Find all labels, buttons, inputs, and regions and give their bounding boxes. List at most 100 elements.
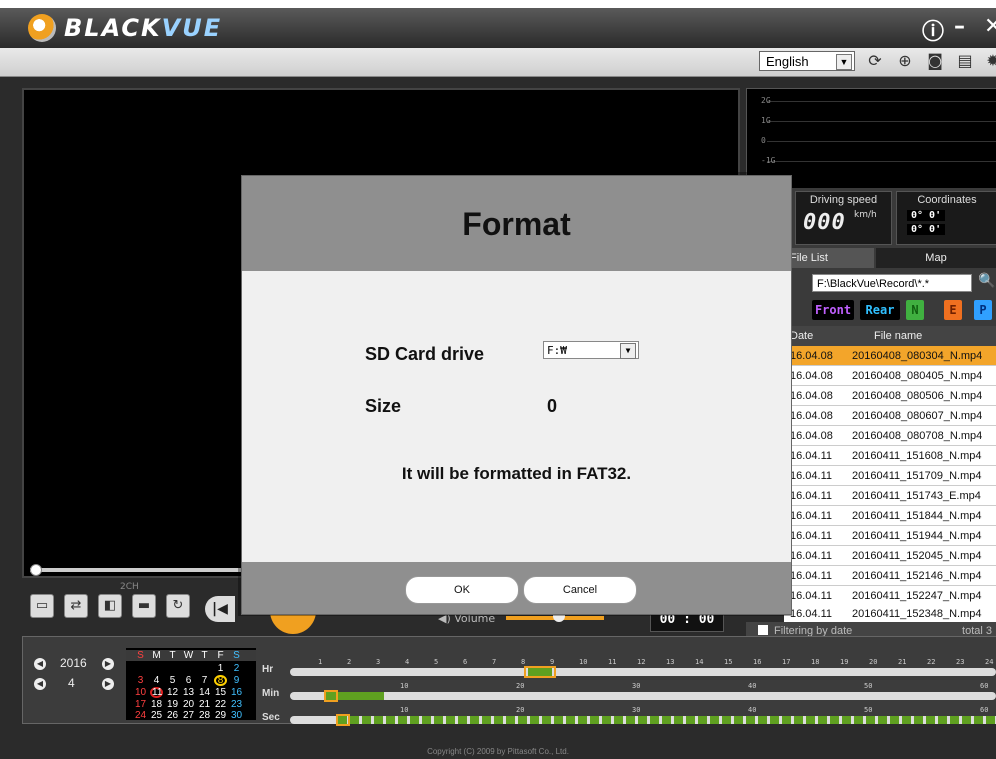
filter-event[interactable]: E — [944, 300, 962, 320]
gps-icon[interactable]: ⊕ — [896, 52, 914, 70]
rotate-button[interactable]: ↻ — [166, 594, 190, 618]
calendar-day[interactable]: 14 — [198, 687, 211, 698]
calendar-day[interactable]: 17 — [134, 699, 147, 710]
size-label: Size — [365, 396, 402, 416]
calendar-day[interactable]: 22 — [214, 699, 227, 710]
file-row[interactable]: 16.04.08 20160408_080607_N.mp4 — [784, 406, 996, 426]
calendar-day[interactable]: 26 — [166, 710, 179, 721]
calendar-day[interactable]: 30 — [230, 710, 243, 721]
file-row[interactable]: 16.04.11 20160411_151944_N.mp4 — [784, 526, 996, 546]
calendar-day[interactable]: 4 — [150, 675, 163, 686]
calendar-day[interactable]: 1 — [214, 663, 227, 674]
seek-knob[interactable] — [30, 564, 42, 576]
calendar-day[interactable]: 13 — [182, 687, 195, 698]
calendar-day[interactable]: 12 — [166, 687, 179, 698]
calendar-day[interactable]: 16 — [230, 687, 243, 698]
calendar: S M T W T F S 1 2 3 4 5 6 7 8 9 10 11 12… — [126, 648, 256, 721]
coordinate-lon: 0° 0' — [907, 224, 946, 235]
hour-tick-label: 21 — [898, 658, 907, 666]
calendar-day[interactable]: 28 — [198, 710, 211, 721]
calendar-day[interactable]: 2 — [230, 663, 243, 674]
calendar-day[interactable]: 29 — [214, 710, 227, 721]
seek-bar[interactable] — [30, 568, 245, 572]
minute-track[interactable] — [290, 692, 996, 700]
gsensor-label: 2G — [761, 96, 771, 105]
file-path-input[interactable]: F:\BlackVue\Record\*.* — [812, 274, 972, 292]
file-row[interactable]: 16.04.08 20160408_080405_N.mp4 — [784, 366, 996, 386]
close-button[interactable]: ✕ — [984, 14, 996, 39]
chevron-down-icon: ▼ — [620, 343, 636, 359]
calendar-day[interactable]: 23 — [230, 699, 243, 710]
calendar-day[interactable]: 25 — [150, 710, 163, 721]
file-date: 16.04.11 — [790, 470, 833, 482]
calendar-day[interactable]: 19 — [166, 699, 179, 710]
hour-track[interactable] — [290, 668, 996, 676]
file-row[interactable]: 16.04.11 20160411_151608_N.mp4 — [784, 446, 996, 466]
calendar-day[interactable]: 7 — [198, 675, 211, 686]
file-row[interactable]: 16.04.11 20160411_152146_N.mp4 — [784, 566, 996, 586]
settings-icon[interactable]: ✹ — [984, 52, 996, 70]
split-view-button[interactable]: ▬ — [132, 594, 156, 618]
filter-parking[interactable]: P — [974, 300, 992, 320]
calendar-day[interactable]: 24 — [134, 710, 147, 721]
front-rear-toggle-button[interactable]: ⇄ — [64, 594, 88, 618]
year-prev-button[interactable]: ◀ — [34, 658, 46, 670]
sd-card-drive-select[interactable]: F:₩ ▼ — [543, 341, 639, 359]
header-date: Date — [790, 330, 814, 342]
calendar-day-marked[interactable]: 11 — [150, 687, 163, 698]
calendar-day-selected[interactable]: 8 — [214, 675, 227, 686]
calendar-day[interactable]: 3 — [134, 675, 147, 686]
second-recorded-fill — [338, 716, 996, 724]
calendar-day[interactable]: 18 — [150, 699, 163, 710]
filter-rear[interactable]: Rear — [860, 300, 900, 320]
calendar-day[interactable]: 21 — [198, 699, 211, 710]
calendar-day[interactable]: 27 — [182, 710, 195, 721]
previous-button[interactable]: |◀ — [205, 596, 235, 622]
month-next-button[interactable]: ▶ — [102, 678, 114, 690]
open-folder-button[interactable]: ▭ — [30, 594, 54, 618]
minute-cursor[interactable] — [324, 690, 338, 702]
hour-tick-label: 12 — [637, 658, 646, 666]
file-name: 20160411_151844_N.mp4 — [852, 510, 982, 522]
second-cursor[interactable] — [336, 714, 350, 726]
file-row[interactable]: 16.04.11 20160411_152348_N.mp4 — [784, 604, 996, 624]
file-name: 20160411_152348_N.mp4 — [852, 608, 982, 620]
file-row[interactable]: 16.04.08 20160408_080506_N.mp4 — [784, 386, 996, 406]
filter-by-date-checkbox[interactable] — [758, 625, 768, 635]
info-button[interactable]: ⓘ — [922, 14, 944, 46]
minimize-button[interactable]: – — [954, 14, 965, 39]
language-select[interactable]: English ▼ — [759, 51, 855, 71]
calendar-day[interactable]: 9 — [230, 675, 243, 686]
calendar-day[interactable]: 5 — [166, 675, 179, 686]
search-icon[interactable]: 🔍 — [978, 273, 996, 293]
gsensor-label: 0 — [761, 136, 766, 145]
file-row[interactable]: 16.04.08 20160408_080304_N.mp4 — [784, 346, 996, 366]
file-row[interactable]: 16.04.11 20160411_151709_N.mp4 — [784, 466, 996, 486]
hour-tick-label: 16 — [753, 658, 762, 666]
cancel-button[interactable]: Cancel — [523, 576, 637, 604]
file-row[interactable]: 16.04.11 20160411_152045_N.mp4 — [784, 546, 996, 566]
calendar-day[interactable]: 10 — [134, 687, 147, 698]
hour-cursor[interactable] — [524, 666, 556, 678]
file-row[interactable]: 16.04.11 20160411_152247_N.mp4 — [784, 586, 996, 606]
tab-map[interactable]: Map — [876, 248, 996, 268]
camera-icon[interactable]: ◙ — [926, 52, 944, 70]
filter-front[interactable]: Front — [812, 300, 854, 320]
refresh-icon[interactable]: ⟳ — [866, 52, 884, 70]
month-prev-button[interactable]: ◀ — [34, 678, 46, 690]
file-row[interactable]: 16.04.11 20160411_151844_N.mp4 — [784, 506, 996, 526]
year-next-button[interactable]: ▶ — [102, 658, 114, 670]
calendar-day[interactable]: 6 — [182, 675, 195, 686]
ok-button[interactable]: OK — [405, 576, 519, 604]
pip-button[interactable]: ◧ — [98, 594, 122, 618]
file-row[interactable]: 16.04.11 20160411_151743_E.mp4 — [784, 486, 996, 506]
calendar-day[interactable]: 20 — [182, 699, 195, 710]
print-icon[interactable]: ▤ — [956, 52, 974, 70]
dialog-header: Format — [242, 176, 791, 271]
calendar-day[interactable]: 15 — [214, 687, 227, 698]
dialog-title: Format — [462, 206, 571, 242]
file-row[interactable]: 16.04.08 20160408_080708_N.mp4 — [784, 426, 996, 446]
filter-normal[interactable]: N — [906, 300, 924, 320]
hour-tick-label: 24 — [985, 658, 994, 666]
tab-file-list[interactable]: File List — [784, 248, 874, 268]
